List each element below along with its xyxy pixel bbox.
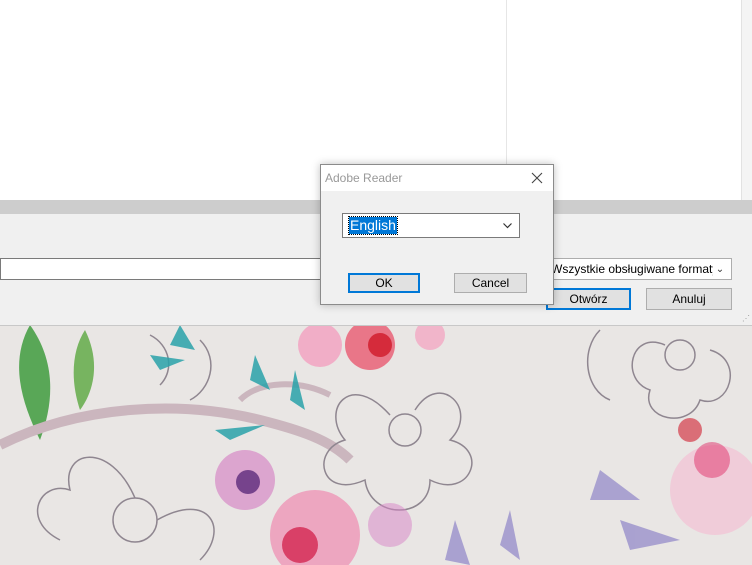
- chevron-down-icon: [501, 222, 513, 229]
- filetype-dropdown[interactable]: Wszystkie obsługiwane formaty ⌄: [546, 258, 732, 280]
- ok-button[interactable]: OK: [348, 273, 420, 293]
- close-icon: [531, 172, 543, 184]
- dialog-title: Adobe Reader: [325, 171, 403, 185]
- language-selected-value: English: [348, 216, 398, 235]
- dialog-titlebar[interactable]: Adobe Reader: [321, 165, 553, 191]
- cancel-button[interactable]: Cancel: [454, 273, 527, 293]
- cancel-button[interactable]: Anuluj: [646, 288, 732, 310]
- chevron-down-icon: ⌄: [715, 263, 725, 275]
- language-dropdown[interactable]: English: [342, 213, 520, 238]
- vertical-scrollbar[interactable]: [741, 0, 752, 200]
- open-button[interactable]: Otwórz: [546, 288, 631, 310]
- language-dialog: Adobe Reader English OK Cancel: [320, 164, 554, 305]
- filetype-selected-value: Wszystkie obsługiwane formaty: [551, 262, 713, 276]
- close-button[interactable]: [527, 168, 547, 188]
- resize-grip-icon[interactable]: ⋰: [742, 315, 750, 323]
